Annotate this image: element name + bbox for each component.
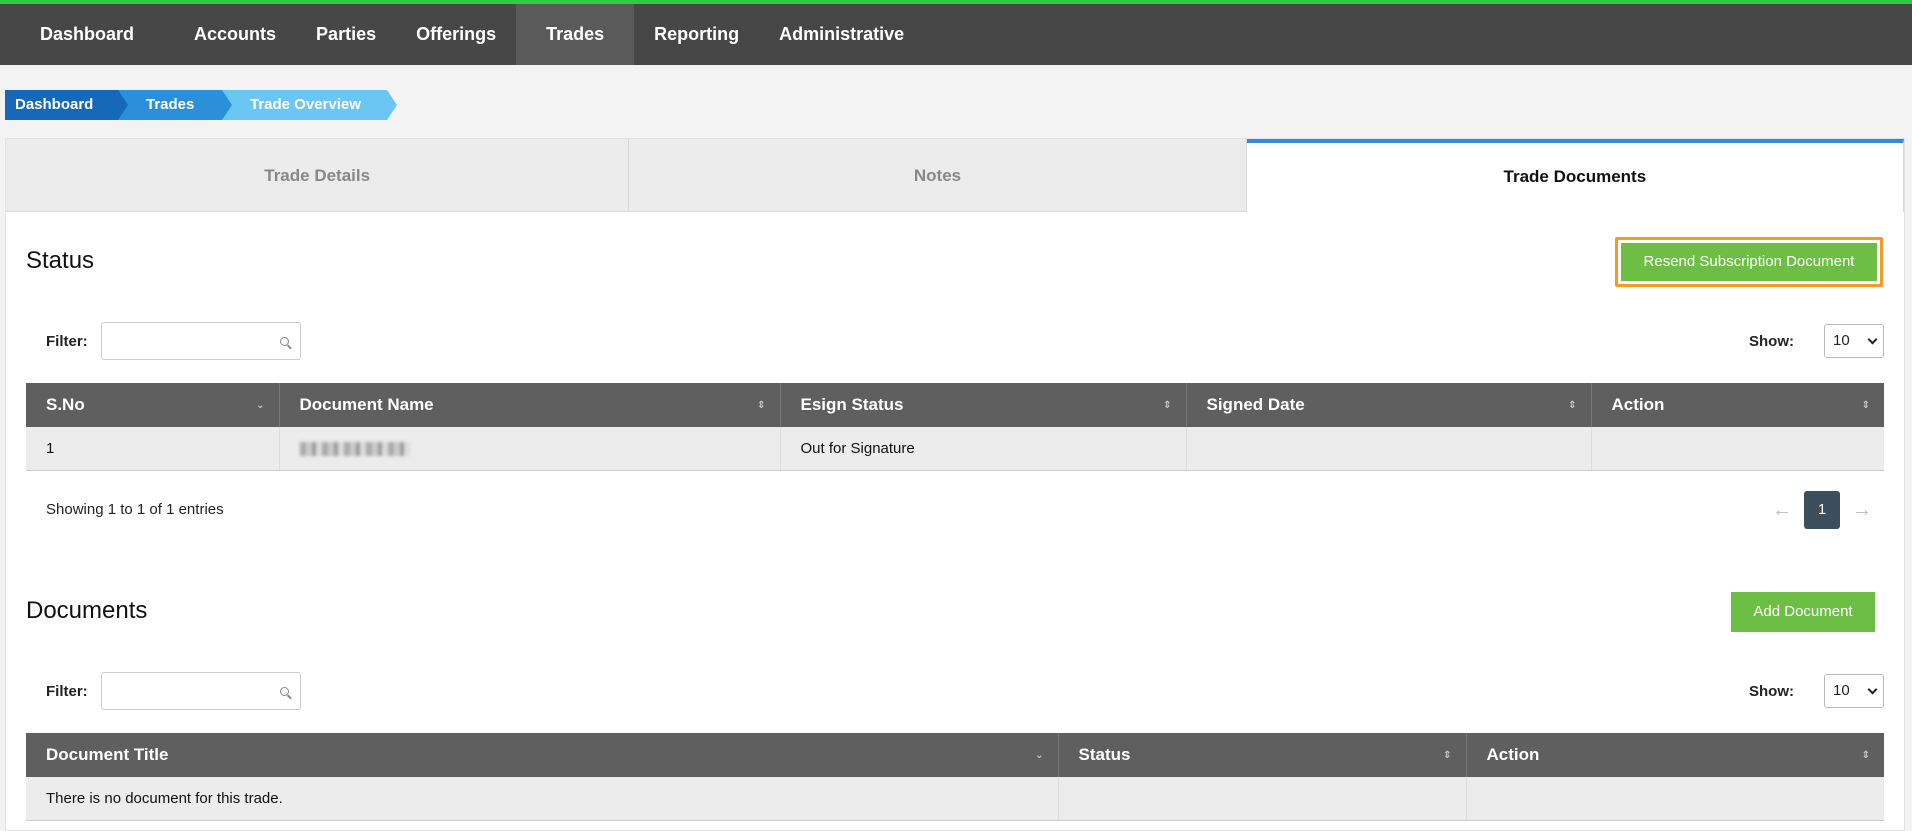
trade-overview-card: Trade Details Notes Trade Documents Stat… bbox=[5, 138, 1905, 831]
page-1-button[interactable]: 1 bbox=[1804, 491, 1840, 529]
chevron-down-icon bbox=[1867, 334, 1878, 345]
next-page-arrow-icon[interactable]: → bbox=[1840, 499, 1884, 522]
breadcrumb-trades[interactable]: Trades bbox=[118, 90, 232, 120]
column-header-document-title[interactable]: Document Title ⌄ bbox=[26, 733, 1059, 777]
breadcrumb: Dashboard Trades Trade Overview bbox=[5, 90, 397, 120]
cell-action bbox=[1591, 427, 1884, 471]
cell-sno: 1 bbox=[26, 427, 280, 471]
status-section-title: Status bbox=[26, 247, 95, 274]
documents-page-size-select[interactable]: 10 bbox=[1824, 674, 1884, 708]
documents-filter-label: Filter: bbox=[46, 683, 88, 700]
nav-trades[interactable]: Trades bbox=[516, 4, 635, 65]
cell-status bbox=[1058, 777, 1467, 821]
search-icon bbox=[280, 687, 289, 696]
nav-reporting[interactable]: Reporting bbox=[634, 4, 759, 65]
search-icon bbox=[280, 337, 289, 346]
column-header-document-name[interactable]: Document Name ⇕ bbox=[279, 383, 781, 427]
sort-icon: ⇕ bbox=[1568, 400, 1577, 411]
nav-administrative[interactable]: Administrative bbox=[759, 4, 924, 65]
prev-page-arrow-icon[interactable]: ← bbox=[1760, 499, 1804, 522]
nav-accounts[interactable]: Accounts bbox=[174, 4, 296, 65]
status-filter-input[interactable] bbox=[102, 323, 262, 359]
cell-action bbox=[1466, 777, 1884, 821]
tab-bar: Trade Details Notes Trade Documents bbox=[6, 139, 1904, 212]
tab-trade-details[interactable]: Trade Details bbox=[6, 139, 630, 212]
nav-dashboard[interactable]: Dashboard bbox=[0, 4, 174, 65]
documents-page-size-value: 10 bbox=[1833, 682, 1850, 699]
sort-desc-icon: ⌄ bbox=[256, 400, 265, 411]
status-filter-input-box bbox=[101, 322, 301, 360]
sort-icon: ⇕ bbox=[1163, 400, 1172, 411]
sort-icon: ⇕ bbox=[1443, 750, 1452, 761]
documents-section-title: Documents bbox=[26, 597, 148, 624]
sort-desc-icon: ⌄ bbox=[1035, 750, 1044, 761]
documents-filter-input[interactable] bbox=[102, 673, 262, 709]
chevron-down-icon bbox=[1867, 684, 1878, 695]
status-show-label: Show: bbox=[1749, 333, 1794, 350]
status-page-size-select[interactable]: 10 bbox=[1824, 324, 1884, 358]
status-page-size-value: 10 bbox=[1833, 332, 1850, 349]
table-row: There is no document for this trade. bbox=[26, 777, 1884, 821]
cell-document-name bbox=[279, 427, 781, 471]
sort-icon: ⇕ bbox=[757, 400, 766, 411]
tab-trade-documents[interactable]: Trade Documents bbox=[1246, 139, 1904, 212]
top-nav: Dashboard Accounts Parties Offerings Tra… bbox=[0, 0, 1912, 65]
add-document-button[interactable]: Add Document bbox=[1731, 592, 1875, 632]
status-filter-label: Filter: bbox=[46, 333, 88, 350]
documents-show-label: Show: bbox=[1749, 683, 1794, 700]
status-pagination: ← 1 → bbox=[1760, 491, 1884, 529]
documents-filter-input-box bbox=[101, 672, 301, 710]
empty-table-message: There is no document for this trade. bbox=[26, 777, 1059, 821]
nav-offerings[interactable]: Offerings bbox=[396, 4, 516, 65]
nav-parties[interactable]: Parties bbox=[296, 4, 396, 65]
column-header-sno[interactable]: S.No ⌄ bbox=[26, 383, 280, 427]
status-showing-info: Showing 1 to 1 of 1 entries bbox=[46, 501, 224, 518]
redacted-document-name bbox=[299, 441, 410, 456]
resend-subscription-document-button[interactable]: Resend Subscription Document bbox=[1621, 243, 1877, 281]
column-header-action[interactable]: Action ⇕ bbox=[1466, 733, 1884, 777]
status-table: S.No ⌄ Document Name ⇕ Esign Status ⇕ Signe… bbox=[26, 383, 1884, 471]
column-header-action[interactable]: Action ⇕ bbox=[1591, 383, 1884, 427]
breadcrumb-trade-overview[interactable]: Trade Overview bbox=[222, 90, 397, 120]
breadcrumb-dashboard[interactable]: Dashboard bbox=[5, 90, 128, 120]
sort-icon: ⇕ bbox=[1861, 750, 1870, 761]
column-header-signed-date[interactable]: Signed Date ⇕ bbox=[1186, 383, 1592, 427]
cell-esign-status: Out for Signature bbox=[780, 427, 1187, 471]
sort-icon: ⇕ bbox=[1861, 400, 1870, 411]
column-header-esign-status[interactable]: Esign Status ⇕ bbox=[780, 383, 1187, 427]
cell-signed-date bbox=[1186, 427, 1592, 471]
table-row: 1 Out for Signature bbox=[26, 427, 1884, 471]
tab-notes[interactable]: Notes bbox=[629, 139, 1247, 212]
documents-table: Document Title ⌄ Status ⇕ Action ⇕ There is… bbox=[26, 733, 1884, 821]
column-header-status[interactable]: Status ⇕ bbox=[1058, 733, 1467, 777]
